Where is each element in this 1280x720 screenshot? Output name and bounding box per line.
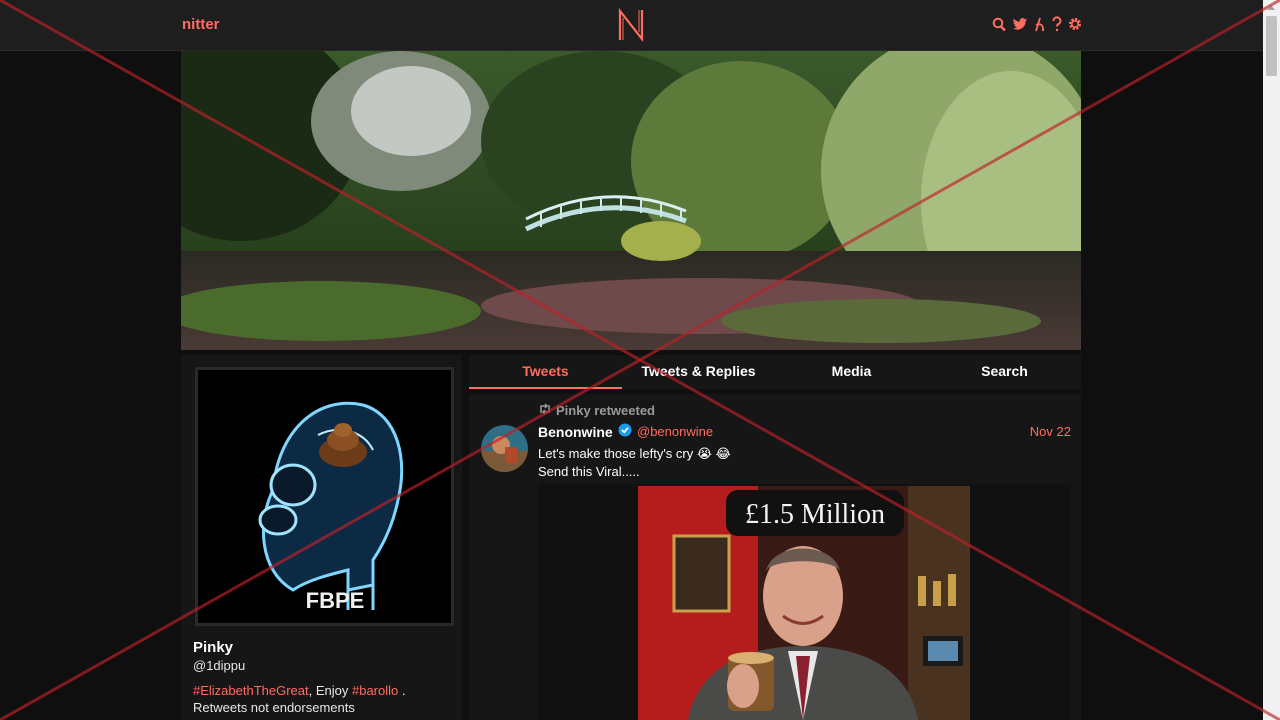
scrollbar-thumb[interactable] [1266, 16, 1277, 76]
bio-hashtag-link[interactable]: #ElizabethTheGreat [193, 683, 309, 698]
tweet-line: Let's make those lefty's cry 😭 😂 [538, 446, 731, 461]
retweet-label: Pinky retweeted [556, 403, 655, 418]
retweet-icon [538, 403, 552, 418]
scroll-up-arrow-icon[interactable] [1267, 5, 1275, 10]
profile-username[interactable]: @1dippu [193, 658, 245, 673]
avatar-caption: FBPE [306, 588, 365, 613]
timeline-tabs: Tweets Tweets & Replies Media Search [469, 355, 1081, 389]
nitter-logo-icon[interactable] [617, 7, 645, 43]
page-scrollbar[interactable] [1263, 0, 1280, 720]
profile-fullname[interactable]: Pinky [193, 639, 233, 656]
bio-text: Retweets not endorsements [193, 700, 355, 715]
rss-icon[interactable] [1034, 16, 1046, 32]
navbar: nitter [0, 0, 1263, 51]
media-caption: £1.5 Million [745, 499, 885, 530]
tweet-author-handle[interactable]: @benonwine [637, 424, 713, 439]
bio-hashtag-link[interactable]: #barollo [352, 683, 398, 698]
gear-icon[interactable] [1068, 16, 1082, 32]
profile-banner[interactable] [181, 51, 1081, 350]
nitter-home-link[interactable]: nitter [182, 16, 220, 33]
verified-badge-icon [618, 423, 632, 440]
tweet-media[interactable]: £1.5 Million [538, 484, 1071, 720]
help-icon[interactable] [1052, 16, 1062, 32]
tab-media[interactable]: Media [775, 355, 928, 389]
tweet-date[interactable]: Nov 22 [1030, 424, 1071, 439]
profile-bio: #ElizabethTheGreat, Enjoy #barollo . Ret… [193, 682, 453, 716]
bio-text: . [398, 683, 406, 698]
nav-icons [992, 16, 1082, 32]
tab-search[interactable]: Search [928, 355, 1081, 389]
profile-avatar[interactable]: FBPE [195, 367, 454, 626]
twitter-bird-icon[interactable] [1012, 16, 1028, 32]
tab-tweets-replies[interactable]: Tweets & Replies [622, 355, 775, 389]
profile-card: FBPE Pinky @1dippu #ElizabethTheGreat, E… [181, 355, 462, 720]
tab-tweets[interactable]: Tweets [469, 355, 622, 389]
bio-text: , Enjoy [308, 683, 352, 698]
tweet-author-avatar[interactable] [481, 425, 528, 472]
timeline: Pinky retweeted Benonwine @benonwine Nov… [469, 394, 1081, 720]
author-name-text: Benonwine [538, 423, 613, 440]
tweet-line: Send this Viral..... [538, 464, 640, 479]
tweet-content: Let's make those lefty's cry 😭 😂 Send th… [538, 445, 731, 481]
tweet-image[interactable]: £1.5 Million [638, 486, 970, 720]
search-icon[interactable] [992, 16, 1006, 32]
tweet-author-name[interactable]: Benonwine [538, 423, 632, 440]
retweet-header[interactable]: Pinky retweeted [538, 403, 655, 418]
